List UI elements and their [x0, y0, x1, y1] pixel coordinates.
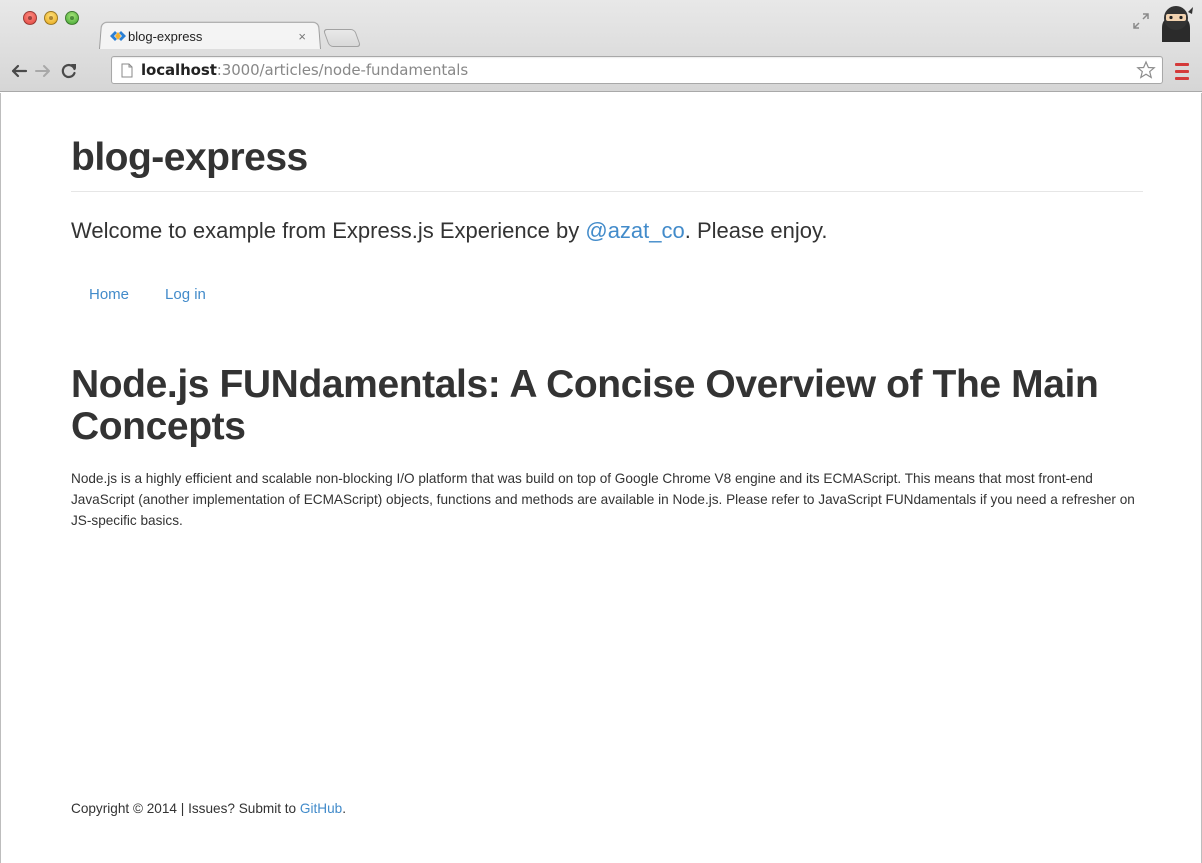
nav-item-home[interactable]: Home — [71, 284, 147, 305]
new-tab-button[interactable] — [322, 29, 362, 47]
site-title: blog-express — [71, 136, 308, 179]
github-link[interactable]: GitHub — [300, 801, 342, 816]
page-icon — [121, 63, 133, 77]
forward-button[interactable] — [32, 60, 54, 82]
tab-title: blog-express — [128, 28, 203, 44]
express-favicon-icon — [110, 31, 126, 41]
title-divider — [71, 191, 1143, 192]
nav-item-log-in[interactable]: Log in — [147, 284, 224, 305]
page-footer: Copyright © 2014 | Issues? Submit to Git… — [71, 801, 346, 816]
address-bar[interactable]: localhost:3000/articles/node-fundamental… — [111, 56, 1163, 84]
footer-prefix: Copyright © 2014 | Issues? Submit to — [71, 801, 300, 816]
star-icon[interactable] — [1136, 60, 1156, 80]
tab-strip: blog-express × — [0, 0, 1202, 49]
hamburger-menu-icon[interactable] — [1170, 60, 1194, 82]
url-path: :3000/articles/node-fundamentals — [216, 61, 469, 79]
minimize-window-button[interactable] — [44, 11, 58, 25]
page-viewport: blog-express Welcome to example from Exp… — [0, 93, 1202, 863]
reload-icon — [61, 63, 76, 79]
browser-chrome: blog-express × localhost:3000/articles/n… — [0, 0, 1202, 92]
lead-prefix: Welcome to example from Express.js Exper… — [71, 218, 586, 243]
browser-tab-content[interactable]: blog-express × — [110, 26, 320, 46]
author-link[interactable]: @azat_co — [585, 218, 684, 243]
site-nav: Home Log in — [71, 284, 224, 305]
footer-suffix: . — [342, 801, 346, 816]
url-host: localhost — [141, 61, 217, 79]
forward-arrow-icon — [35, 65, 50, 77]
reload-button[interactable] — [58, 60, 80, 82]
fullscreen-icon[interactable] — [1132, 12, 1150, 30]
ninja-avatar-icon[interactable] — [1158, 4, 1194, 42]
tab-close-icon[interactable]: × — [298, 29, 306, 44]
close-window-button[interactable] — [23, 11, 37, 25]
url-text[interactable]: localhost:3000/articles/node-fundamental… — [141, 61, 1136, 79]
article-title: Node.js FUNdamentals: A Concise Overview… — [71, 363, 1099, 448]
lead-suffix: . Please enjoy. — [684, 218, 828, 243]
back-button[interactable] — [8, 60, 30, 82]
back-arrow-icon — [11, 64, 28, 78]
zoom-window-button[interactable] — [65, 11, 79, 25]
welcome-lead: Welcome to example from Express.js Exper… — [71, 218, 827, 244]
article-body: Node.js is a highly efficient and scalab… — [71, 471, 1135, 528]
